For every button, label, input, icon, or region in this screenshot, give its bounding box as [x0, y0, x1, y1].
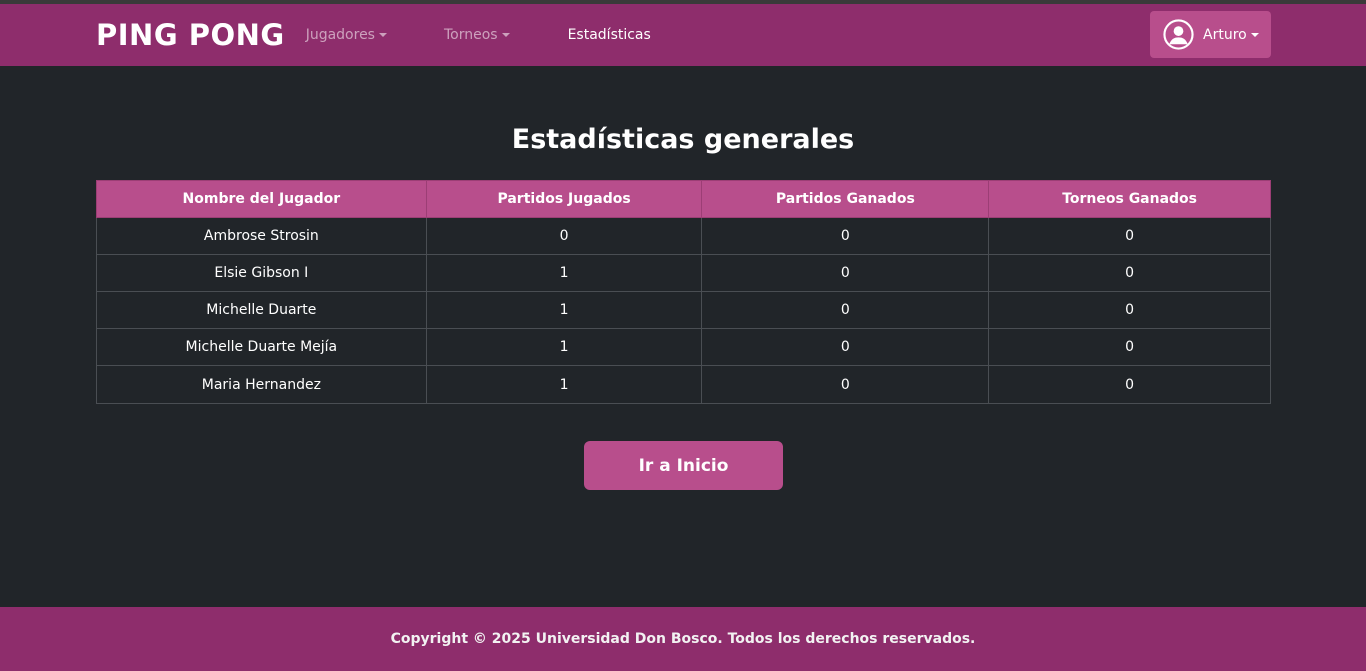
cell-matches-played: 1 [425, 254, 703, 292]
table-header-row: Nombre del Jugador Partidos Jugados Part… [96, 180, 1271, 218]
nav-estadisticas-link[interactable]: Estadísticas [568, 27, 651, 43]
cell-matches-won: 0 [701, 254, 990, 292]
column-header-matches-played: Partidos Jugados [425, 180, 703, 218]
user-name: Arturo [1203, 26, 1247, 43]
cell-tournaments-won: 0 [988, 217, 1271, 255]
main-content: Estadísticas generales Nombre del Jugado… [0, 66, 1366, 607]
user-menu-button[interactable]: Arturo [1150, 11, 1271, 58]
caret-down-icon [1250, 32, 1259, 37]
cell-matches-won: 0 [701, 291, 990, 329]
cell-tournaments-won: 0 [988, 365, 1271, 404]
go-home-button[interactable]: Ir a Inicio [584, 441, 783, 490]
cell-player-name: Ambrose Strosin [96, 217, 427, 255]
user-circle-icon [1163, 19, 1194, 50]
cell-matches-played: 1 [425, 365, 703, 404]
cell-matches-played: 0 [425, 217, 703, 255]
copyright-text: Copyright © 2025 Universidad Don Bosco. … [390, 631, 976, 647]
cell-matches-played: 1 [425, 291, 703, 329]
footer: Copyright © 2025 Universidad Don Bosco. … [0, 607, 1366, 671]
table-row: Elsie Gibson I 1 0 0 [96, 254, 1271, 292]
table-row: Maria Hernandez 1 0 0 [96, 365, 1271, 404]
column-header-player: Nombre del Jugador [96, 180, 427, 218]
cell-matches-played: 1 [425, 328, 703, 366]
column-header-tournaments-won: Torneos Ganados [988, 180, 1271, 218]
nav-jugadores-dropdown[interactable]: Jugadores [306, 27, 387, 43]
cell-player-name: Elsie Gibson I [96, 254, 427, 292]
brand-logo[interactable]: PING PONG [96, 18, 285, 52]
page-title: Estadísticas generales [511, 124, 855, 155]
table-row: Michelle Duarte Mejía 1 0 0 [96, 328, 1271, 366]
cell-tournaments-won: 0 [988, 254, 1271, 292]
table-row: Ambrose Strosin 0 0 0 [96, 217, 1271, 255]
cell-matches-won: 0 [701, 328, 990, 366]
cell-tournaments-won: 0 [988, 291, 1271, 329]
cell-matches-won: 0 [701, 365, 990, 404]
cell-player-name: Michelle Duarte [96, 291, 427, 329]
nav-jugadores-label: Jugadores [305, 27, 375, 43]
column-header-matches-won: Partidos Ganados [701, 180, 990, 218]
nav-estadisticas-label: Estadísticas [567, 27, 651, 43]
cell-tournaments-won: 0 [988, 328, 1271, 366]
nav-torneos-dropdown[interactable]: Torneos [444, 27, 510, 43]
stats-table: Nombre del Jugador Partidos Jugados Part… [96, 180, 1271, 404]
table-row: Michelle Duarte 1 0 0 [96, 291, 1271, 329]
cell-player-name: Michelle Duarte Mejía [96, 328, 427, 366]
navbar: PING PONG Jugadores Torneos Estadísticas… [0, 4, 1366, 66]
caret-down-icon [378, 33, 387, 37]
nav-torneos-label: Torneos [443, 27, 498, 43]
cell-matches-won: 0 [701, 217, 990, 255]
caret-down-icon [501, 33, 510, 37]
cell-player-name: Maria Hernandez [96, 365, 427, 404]
